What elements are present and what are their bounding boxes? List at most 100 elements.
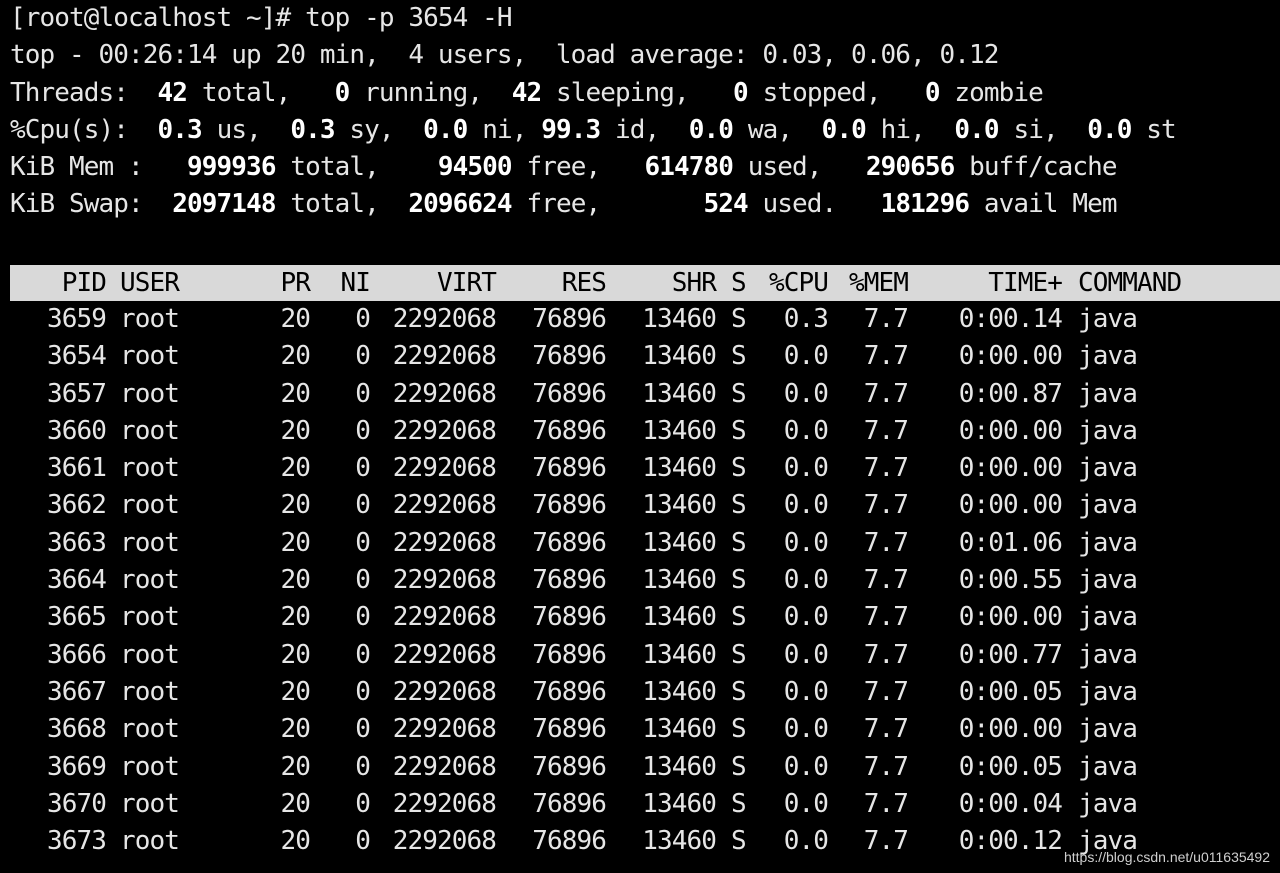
mem-total: 999936: [187, 152, 276, 183]
row-cpu: 0.0: [783, 453, 829, 484]
row-pid: 3667: [46, 676, 107, 707]
header-ni: NI: [340, 268, 370, 298]
table-row: 3666 root 20 0 2292068 76896 13460 S 0.0 7.7 0:00.…: [10, 637, 1280, 674]
header-mem: %MEM: [848, 268, 909, 298]
row-user: root: [120, 341, 180, 372]
threads-zombie: 0: [924, 77, 941, 108]
row-pr: 20: [280, 565, 310, 596]
row-virt: 2292068: [392, 639, 497, 670]
table-row: 3667 root 20 0 2292068 76896 13460 S 0.0 7.7 0:00.…: [10, 674, 1280, 711]
row-user: root: [120, 676, 180, 707]
row-pid: 3666: [46, 639, 107, 670]
swap-free-label: free,: [526, 189, 601, 220]
row-res: 76896: [532, 341, 607, 372]
row-shr: 13460: [642, 341, 717, 372]
cpu-hi-label: hi,: [880, 114, 926, 145]
row-state: S: [731, 751, 747, 782]
header-command: COMMAND: [1078, 268, 1182, 298]
row-virt: 2292068: [392, 751, 497, 782]
threads-line: Threads: 42 total, 0 running, 42 sleepin…: [10, 75, 1270, 112]
row-mem: 7.7: [863, 565, 909, 596]
row-command: java: [1078, 490, 1138, 521]
threads-sleeping: 42: [511, 77, 542, 108]
row-pr: 20: [280, 826, 310, 857]
row-pid: 3665: [46, 602, 107, 633]
mem-label: KiB Mem :: [10, 152, 144, 183]
row-ni: 0: [355, 453, 371, 484]
threads-zombie-label: zombie: [954, 77, 1043, 108]
swap-avail: 181296: [880, 189, 970, 220]
row-virt: 2292068: [392, 415, 497, 446]
table-row: 3654 root 20 0 2292068 76896 13460 S 0.0 7.7 0:00.…: [10, 338, 1280, 375]
mem-used: 614780: [644, 152, 734, 183]
row-virt: 2292068: [392, 826, 497, 857]
cpu-id-label: id,: [615, 114, 660, 145]
threads-stopped: 0: [733, 77, 749, 108]
row-virt: 2292068: [392, 490, 497, 521]
row-time: 0:00.00: [958, 453, 1063, 484]
row-ni: 0: [355, 304, 371, 334]
row-res: 76896: [532, 490, 607, 521]
top-uptime-line: top - 00:26:14 up 20 min, 4 users, load …: [10, 40, 999, 71]
row-user: root: [120, 639, 180, 670]
row-ni: 0: [355, 527, 371, 558]
row-pr: 20: [280, 415, 310, 446]
row-command: java: [1078, 304, 1138, 334]
row-virt: 2292068: [392, 676, 497, 707]
swap-label: KiB Swap:: [10, 189, 144, 220]
row-pid: 3670: [46, 788, 107, 819]
row-command: java: [1078, 639, 1138, 670]
cpu-si: 0.0: [954, 114, 999, 145]
row-cpu: 0.0: [783, 676, 829, 707]
header-virt: VIRT: [436, 268, 497, 298]
cpu-si-label: si,: [1013, 114, 1058, 145]
cpu-sy: 0.3: [290, 114, 335, 145]
row-state: S: [731, 378, 747, 409]
row-ni: 0: [355, 639, 371, 670]
row-user: root: [120, 788, 180, 819]
row-virt: 2292068: [392, 378, 497, 409]
row-user: root: [120, 304, 180, 334]
row-shr: 13460: [642, 714, 717, 745]
threads-sleeping-label: sleeping,: [555, 77, 690, 108]
row-cpu: 0.0: [783, 341, 829, 372]
table-row: 3663 root 20 0 2292068 76896 13460 S 0.0 7.7 0:01.…: [10, 525, 1280, 562]
row-mem: 7.7: [863, 788, 909, 819]
row-command: java: [1078, 788, 1138, 819]
row-ni: 0: [355, 490, 371, 521]
row-virt: 2292068: [392, 788, 497, 819]
row-mem: 7.7: [863, 378, 909, 409]
table-row: 3660 root 20 0 2292068 76896 13460 S 0.0 7.7 0:00.…: [10, 413, 1280, 450]
row-mem: 7.7: [863, 341, 909, 372]
watermark: https://blog.csdn.net/u011635492: [1063, 849, 1270, 865]
cpu-us-label: us,: [216, 114, 262, 145]
threads-total: 42: [157, 77, 188, 108]
row-ni: 0: [355, 751, 371, 782]
row-user: root: [120, 415, 180, 446]
terminal-output[interactable]: [root@localhost ~]# top -p 3654 -H top -…: [10, 0, 1270, 224]
row-pr: 20: [280, 453, 310, 484]
row-time: 0:00.55: [958, 565, 1063, 596]
row-virt: 2292068: [392, 714, 497, 745]
row-res: 76896: [532, 676, 607, 707]
header-pid: PID: [61, 268, 107, 298]
row-ni: 0: [355, 378, 371, 409]
row-shr: 13460: [642, 676, 717, 707]
cpu-wa: 0.0: [688, 114, 734, 145]
row-mem: 7.7: [863, 453, 909, 484]
row-pid: 3662: [46, 490, 107, 521]
row-ni: 0: [355, 341, 371, 372]
row-state: S: [731, 304, 747, 334]
row-time: 0:00.00: [958, 415, 1063, 446]
row-cpu: 0.0: [783, 602, 829, 633]
swap-free: 2096624: [408, 189, 512, 220]
row-res: 76896: [532, 304, 607, 334]
row-mem: 7.7: [863, 826, 909, 857]
row-pr: 20: [280, 378, 310, 409]
row-pid: 3654: [46, 341, 107, 372]
row-virt: 2292068: [392, 453, 497, 484]
row-virt: 2292068: [392, 602, 497, 633]
row-time: 0:00.05: [958, 751, 1063, 782]
row-shr: 13460: [642, 639, 717, 670]
row-cpu: 0.0: [783, 527, 829, 558]
